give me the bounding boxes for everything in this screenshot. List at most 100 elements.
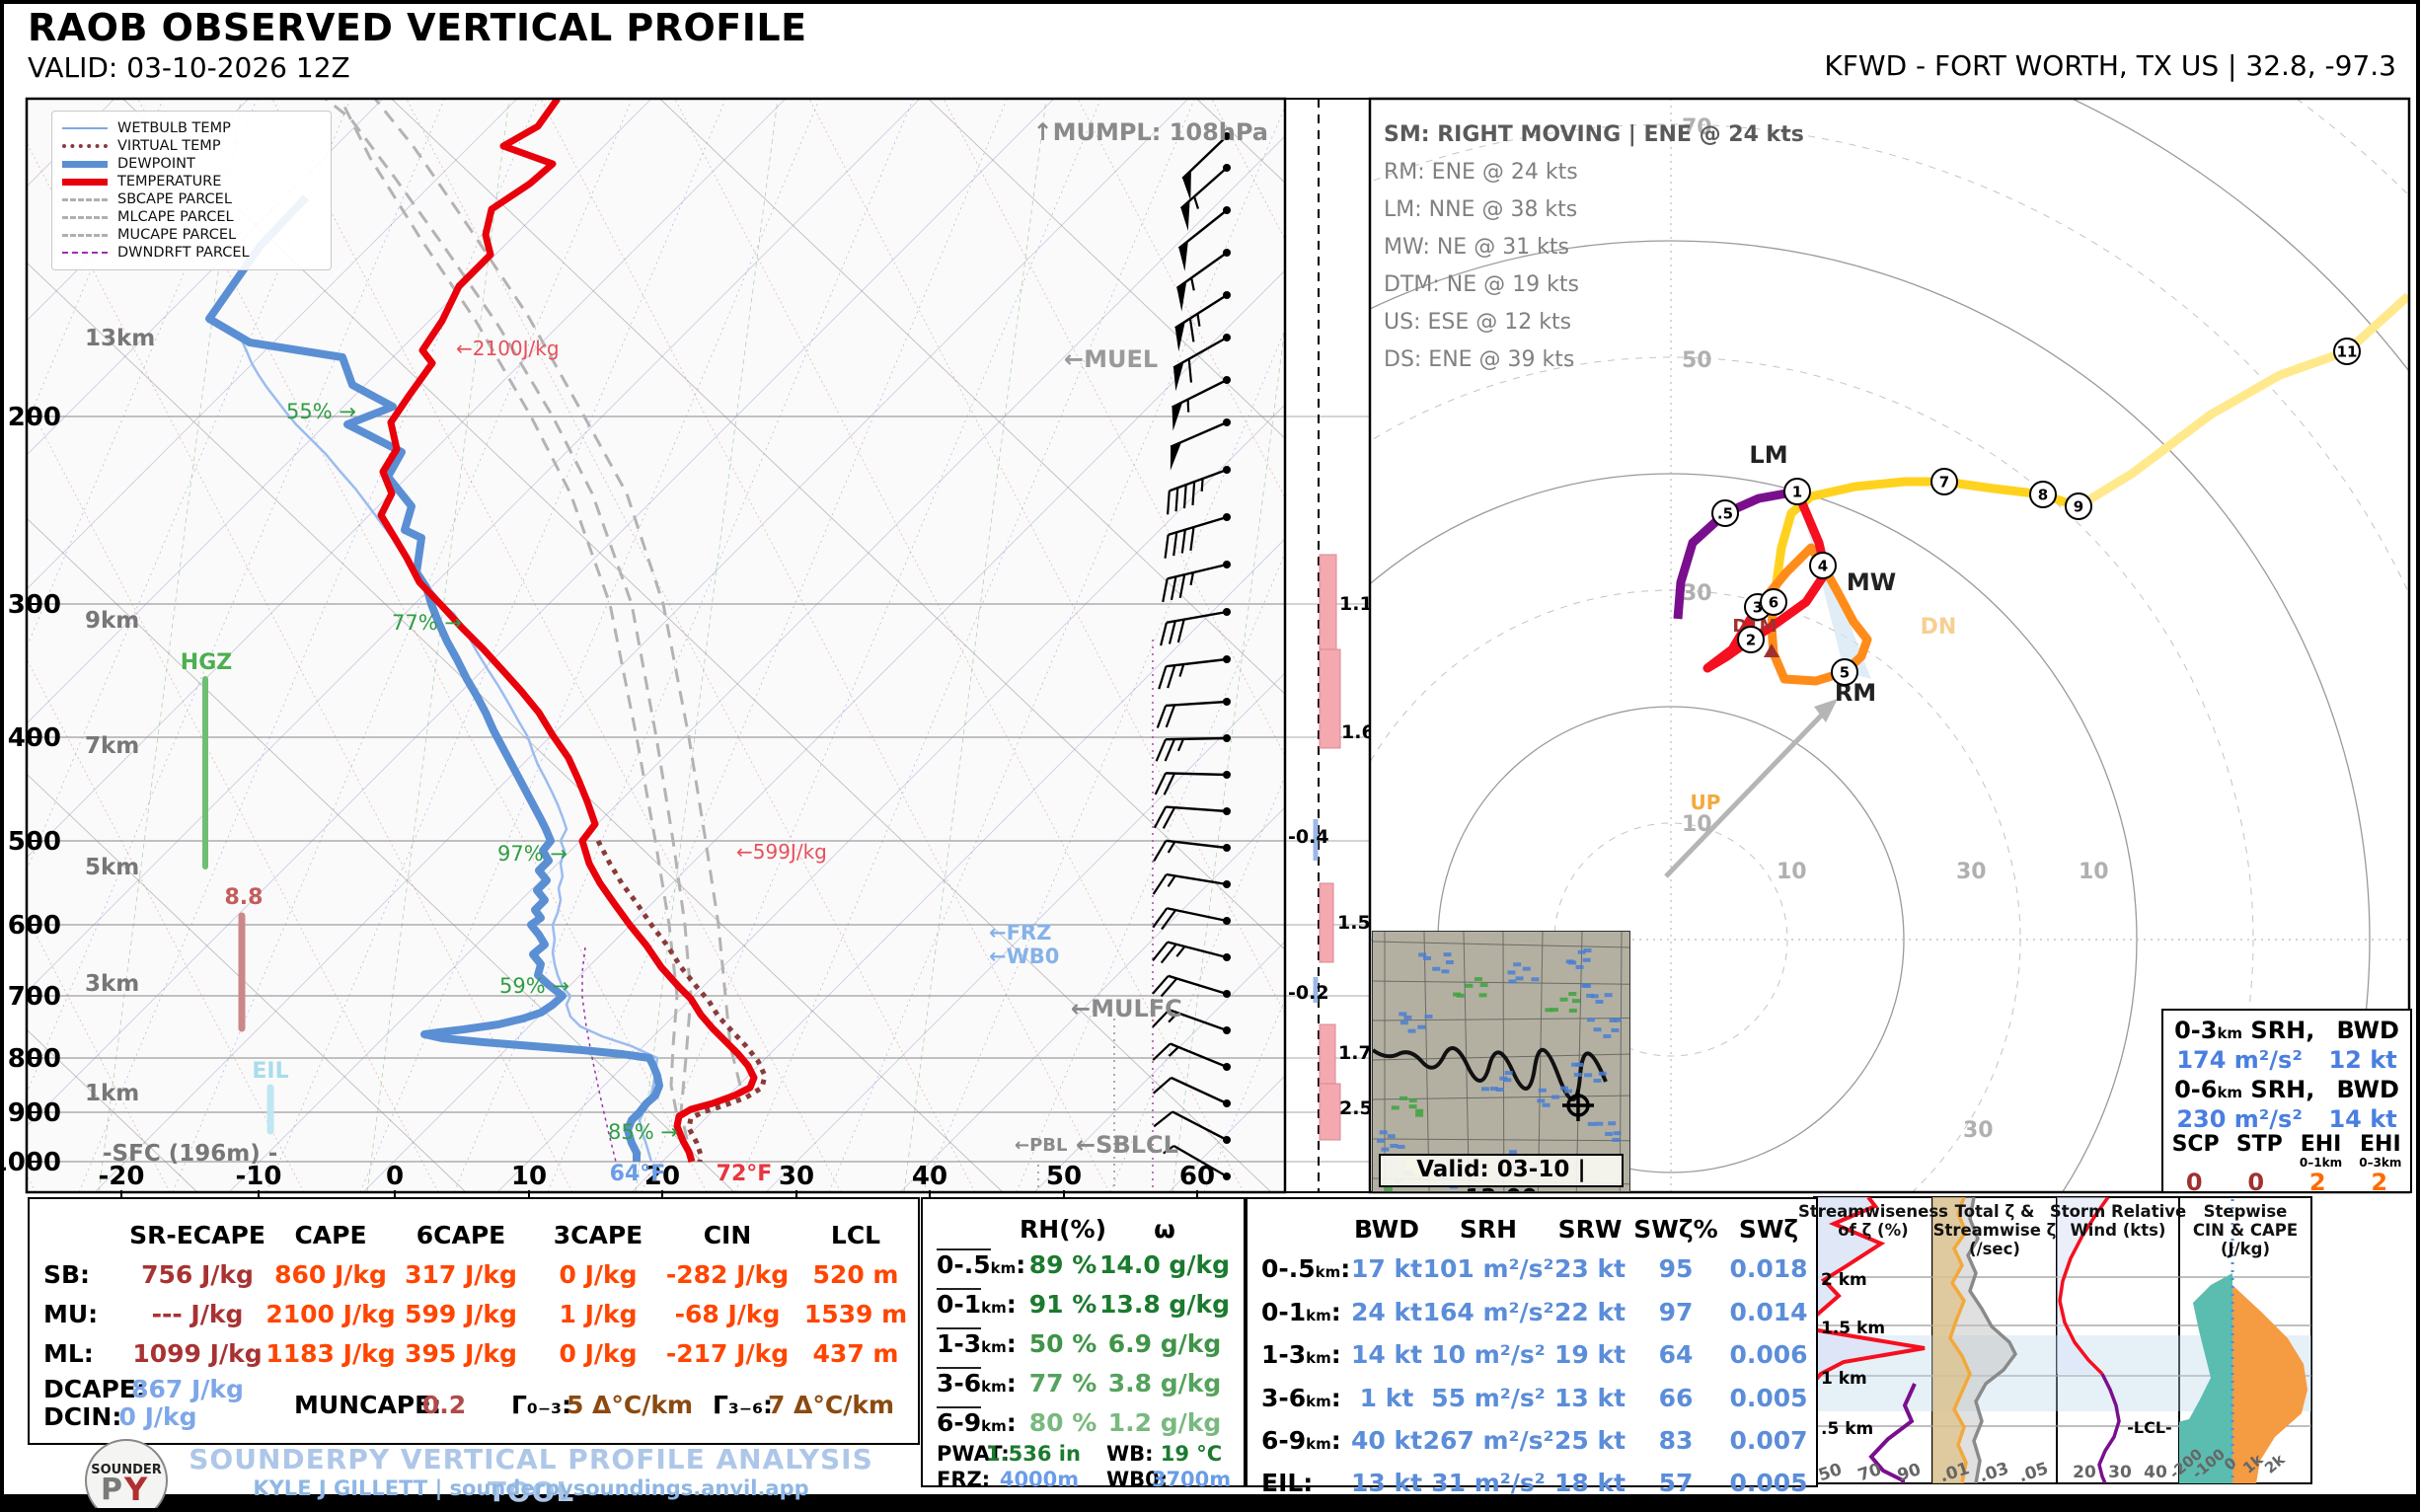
kinematics-cell: 0.006: [1729, 1340, 1808, 1369]
moisture-cell: RH(%): [1019, 1215, 1107, 1244]
legend-swatch: [62, 215, 108, 219]
kinematics-cell: 0.005: [1729, 1469, 1808, 1497]
hodo-height-marker-label: .5: [1717, 505, 1733, 523]
legend-swatch: [62, 144, 108, 148]
kinematics-cell: 31 m²/s²: [1431, 1469, 1546, 1497]
skewt-annotation: 97% →: [497, 842, 567, 866]
moisture-cell: 13.8 g/kg: [1099, 1290, 1230, 1319]
srh-footer-header: STP: [2235, 1132, 2283, 1157]
omega-label: -0.2: [1288, 982, 1329, 1004]
moisture-cell: 14.0 g/kg: [1099, 1250, 1230, 1279]
motion-line: DTM: NE @ 19 kts: [1384, 272, 1579, 297]
srh-footer-value: 0: [2185, 1169, 2203, 1196]
motion-line: US: ESE @ 12 kts: [1384, 310, 1572, 335]
temp-axis-label: 60: [1179, 1162, 1215, 1191]
kinematics-cell: 57: [1658, 1469, 1694, 1497]
branding: SOUNDER P Y SOUNDERPY VERTICAL PROFILE A…: [28, 1439, 921, 1512]
moisture-cell: 0-1km:: [937, 1288, 1017, 1319]
thermo-cell: ML:: [43, 1339, 94, 1368]
kinematics-cell: SRH: [1459, 1215, 1518, 1244]
thermo-cell: CAPE: [294, 1221, 367, 1249]
kinematics-cell: SWζ%: [1633, 1215, 1718, 1244]
omega-label: 1.7: [1338, 1042, 1372, 1064]
thermo-cell: 317 J/kg: [405, 1260, 517, 1289]
motion-line: RM: ENE @ 24 kts: [1384, 160, 1578, 185]
thermo-cell: CIN: [703, 1221, 752, 1249]
thermo-cell: 756 J/kg: [141, 1260, 254, 1289]
legend-swatch: [62, 252, 108, 254]
height-label: 3km: [85, 971, 139, 997]
srh3-label: 0-3km SRH,: [2174, 1017, 2315, 1044]
moisture-cell: 1-3km:: [937, 1327, 1017, 1358]
legend-swatch: [62, 233, 108, 237]
srh-footer-value: 2: [2308, 1169, 2326, 1196]
hodo-ring-label: 30: [1682, 581, 1712, 606]
thermo-cell: 6CAPE: [416, 1221, 506, 1249]
kinematics-cell: EIL:: [1261, 1469, 1314, 1497]
legend-item: MUCAPE PARCEL: [62, 226, 321, 244]
kinematics-cell: 17 kt: [1350, 1254, 1423, 1283]
map-valid-label: Valid: 03-10 | 12:00: [1379, 1154, 1624, 1191]
kinematics-cell: 10 m²/s²: [1431, 1340, 1546, 1369]
thermo-cell: -217 J/kg: [665, 1339, 790, 1368]
motion-line: DS: ENE @ 39 kts: [1384, 347, 1575, 372]
kinematics-cell: 83: [1658, 1426, 1694, 1455]
kinematics-cell: 1-3km:: [1261, 1340, 1341, 1369]
moisture-cell: 6.9 g/kg: [1107, 1329, 1222, 1358]
thermo-cell: 5 Δ°C/km: [566, 1391, 694, 1419]
thermo-cell: 0 J/kg: [559, 1339, 638, 1368]
kinematics-cell: 164 m²/s²: [1422, 1298, 1554, 1326]
kinematics-cell: 64: [1658, 1340, 1694, 1369]
kinematics-cell: 55 m²/s²: [1431, 1384, 1546, 1412]
skewt-annotation: ↑MUMPL: 108hPa: [1032, 118, 1268, 146]
skewt-annotation: ←MUEL: [1064, 345, 1158, 373]
moisture-cell: 1.2 g/kg: [1107, 1408, 1222, 1437]
skewt-annotation: ←MULFC: [1071, 995, 1182, 1022]
kinematics-cell: 14 kt: [1350, 1340, 1423, 1369]
thermo-cell: SB:: [43, 1260, 91, 1289]
temp-axis-label: 10: [511, 1162, 547, 1191]
skewt-annotation: 85% →: [608, 1120, 678, 1144]
moisture-cell: 3-6km:: [937, 1367, 1017, 1398]
kinematics-cell: 13 kt: [1350, 1469, 1423, 1497]
thermo-cell: 0 J/kg: [559, 1260, 638, 1289]
thermo-cell: 599 J/kg: [405, 1300, 517, 1328]
skewt-annotation: ←FRZ: [989, 921, 1051, 945]
legend-item: DWNDRFT PARCEL: [62, 244, 321, 262]
temp-axis-label: -10: [236, 1162, 282, 1191]
skewt-annotation: EIL: [252, 1059, 288, 1084]
moisture-cell: 1.536 in: [986, 1442, 1081, 1466]
kinematics-cell: 22 kt: [1553, 1298, 1626, 1326]
srh-footer-header: SCP: [2171, 1132, 2220, 1157]
moisture-table-box: RH(%) ω 0-.5km: 89 % 14.0 g/kg 0-1km: 91 % 13.8…: [921, 1197, 1246, 1491]
hodo-height-marker-label: 9: [2074, 498, 2083, 516]
thermo-cell: MU:: [43, 1300, 99, 1328]
hodo-height-marker-label: 8: [2038, 487, 2048, 504]
p1-ytick: 1 km: [1821, 1369, 1867, 1389]
motion-line: MW: NE @ 31 kts: [1384, 235, 1570, 260]
legend-swatch: [62, 197, 108, 201]
kinematics-cell: 0-1km:: [1261, 1298, 1341, 1326]
thermo-cell: 0.2: [421, 1391, 467, 1419]
kinematics-cell: 18 kt: [1553, 1469, 1626, 1497]
hodo-height-marker-label: 1: [1792, 484, 1802, 501]
omega-panel: [1284, 98, 1371, 1193]
mini-panel-title-2: Storm Relative Wind (kts): [2049, 1202, 2187, 1240]
kinematics-cell: 0.014: [1729, 1298, 1808, 1326]
temp-axis-label: 30: [779, 1162, 814, 1191]
hodo-motion-label: DN: [1921, 615, 1957, 640]
skewt-annotation: ←PBL: [1015, 1135, 1067, 1156]
moisture-cell: ω: [1154, 1215, 1175, 1244]
mini-panel-title-3: Stepwise CIN & CAPE (J/kg): [2192, 1202, 2299, 1258]
branding-line2[interactable]: KYLE J GILLETT | sounderpysoundings.anvi…: [156, 1476, 906, 1500]
skewt-annotation: 72°F: [717, 1162, 773, 1186]
thermo-cell: --- J/kg: [151, 1300, 244, 1328]
thermo-cell: -282 J/kg: [665, 1260, 790, 1289]
kinematics-cell: 0.005: [1729, 1384, 1808, 1412]
kinematics-cell: 40 kt: [1350, 1426, 1423, 1455]
hodo-height-marker-label: 2: [1746, 632, 1756, 649]
hodo-height-marker-label: 6: [1769, 594, 1778, 612]
hodo-motion-label: MW: [1847, 568, 1896, 596]
kinematics-cell: 25 kt: [1553, 1426, 1626, 1455]
legend-item: WETBULB TEMP: [62, 119, 321, 137]
